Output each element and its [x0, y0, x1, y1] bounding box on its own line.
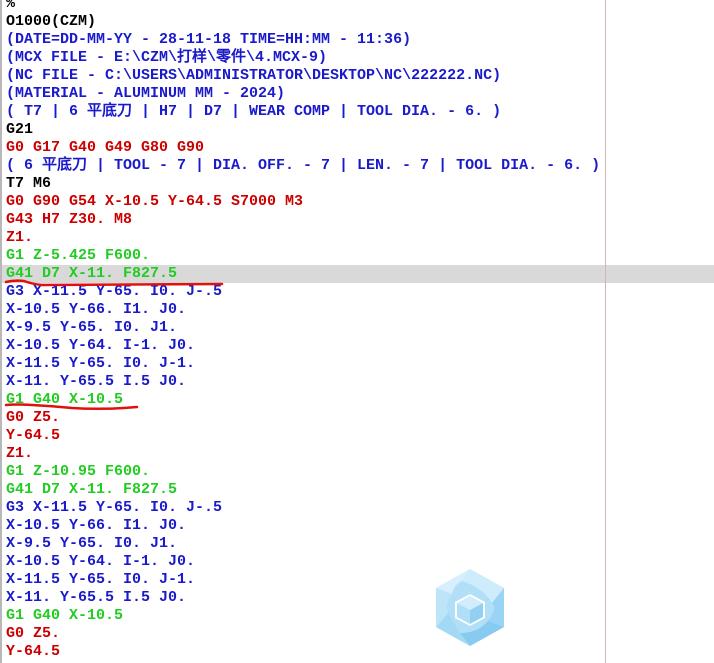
- code-line[interactable]: G1 G40 X-10.5: [2, 391, 714, 409]
- code-lines: % O1000(CZM) (DATE=DD-MM-YY - 28-11-18 TIM…: [2, 0, 714, 661]
- code-line[interactable]: G0 G90 G54 X-10.5 Y-64.5 S7000 M3: [2, 193, 714, 211]
- code-line[interactable]: X-9.5 Y-65. I0. J1.: [2, 319, 714, 337]
- code-line[interactable]: (DATE=DD-MM-YY - 28-11-18 TIME=HH:MM - 1…: [2, 31, 714, 49]
- code-line[interactable]: Z1.: [2, 229, 714, 247]
- code-line[interactable]: (MCX FILE - E:\CZM\打样\零件\4.MCX-9): [2, 49, 714, 67]
- cube-hexagon-logo-icon: [436, 569, 504, 646]
- code-line[interactable]: X-11. Y-65.5 I.5 J0.: [2, 373, 714, 391]
- code-line[interactable]: (NC FILE - C:\USERS\ADMINISTRATOR\DESKTO…: [2, 67, 714, 85]
- code-line[interactable]: G41 D7 X-11. F827.5: [2, 481, 714, 499]
- code-line[interactable]: G3 X-11.5 Y-65. I0. J-.5: [2, 499, 714, 517]
- code-line[interactable]: G21: [2, 121, 714, 139]
- code-line[interactable]: G1 Z-5.425 F600.: [2, 247, 714, 265]
- code-line[interactable]: G1 G40 X-10.5: [2, 607, 714, 625]
- code-line[interactable]: T7 M6: [2, 175, 714, 193]
- code-line[interactable]: ( 6 平底刀 | TOOL - 7 | DIA. OFF. - 7 | LEN…: [2, 157, 714, 175]
- code-line[interactable]: Y-64.5: [2, 427, 714, 445]
- code-line[interactable]: G3 X-11.5 Y-65. I0. J-.5: [2, 283, 714, 301]
- code-line[interactable]: O1000(CZM): [2, 13, 714, 31]
- code-line[interactable]: X-9.5 Y-65. I0. J1.: [2, 535, 714, 553]
- code-line[interactable]: X-10.5 Y-64. I-1. J0.: [2, 553, 714, 571]
- code-line[interactable]: (MATERIAL - ALUMINUM MM - 2024): [2, 85, 714, 103]
- code-line-current[interactable]: G41 D7 X-11. F827.5: [2, 265, 714, 283]
- code-line[interactable]: X-11.5 Y-65. I0. J-1.: [2, 571, 714, 589]
- code-line[interactable]: G0 G17 G40 G49 G80 G90: [2, 139, 714, 157]
- code-line[interactable]: X-10.5 Y-66. I1. J0.: [2, 517, 714, 535]
- code-line[interactable]: Y-64.5: [2, 643, 714, 661]
- code-line[interactable]: X-11.5 Y-65. I0. J-1.: [2, 355, 714, 373]
- code-line[interactable]: Z1.: [2, 445, 714, 463]
- code-line[interactable]: X-10.5 Y-64. I-1. J0.: [2, 337, 714, 355]
- code-line[interactable]: G43 H7 Z30. M8: [2, 211, 714, 229]
- code-line[interactable]: G1 Z-10.95 F600.: [2, 463, 714, 481]
- nc-code-editor[interactable]: % O1000(CZM) (DATE=DD-MM-YY - 28-11-18 TIM…: [0, 0, 714, 663]
- code-line[interactable]: X-11. Y-65.5 I.5 J0.: [2, 589, 714, 607]
- code-line[interactable]: G0 Z5.: [2, 625, 714, 643]
- code-line[interactable]: %: [2, 0, 714, 13]
- code-line[interactable]: ( T7 | 6 平底刀 | H7 | D7 | WEAR COMP | TOO…: [2, 103, 714, 121]
- code-line[interactable]: G0 Z5.: [2, 409, 714, 427]
- code-line[interactable]: X-10.5 Y-66. I1. J0.: [2, 301, 714, 319]
- right-margin-guide: [605, 0, 606, 663]
